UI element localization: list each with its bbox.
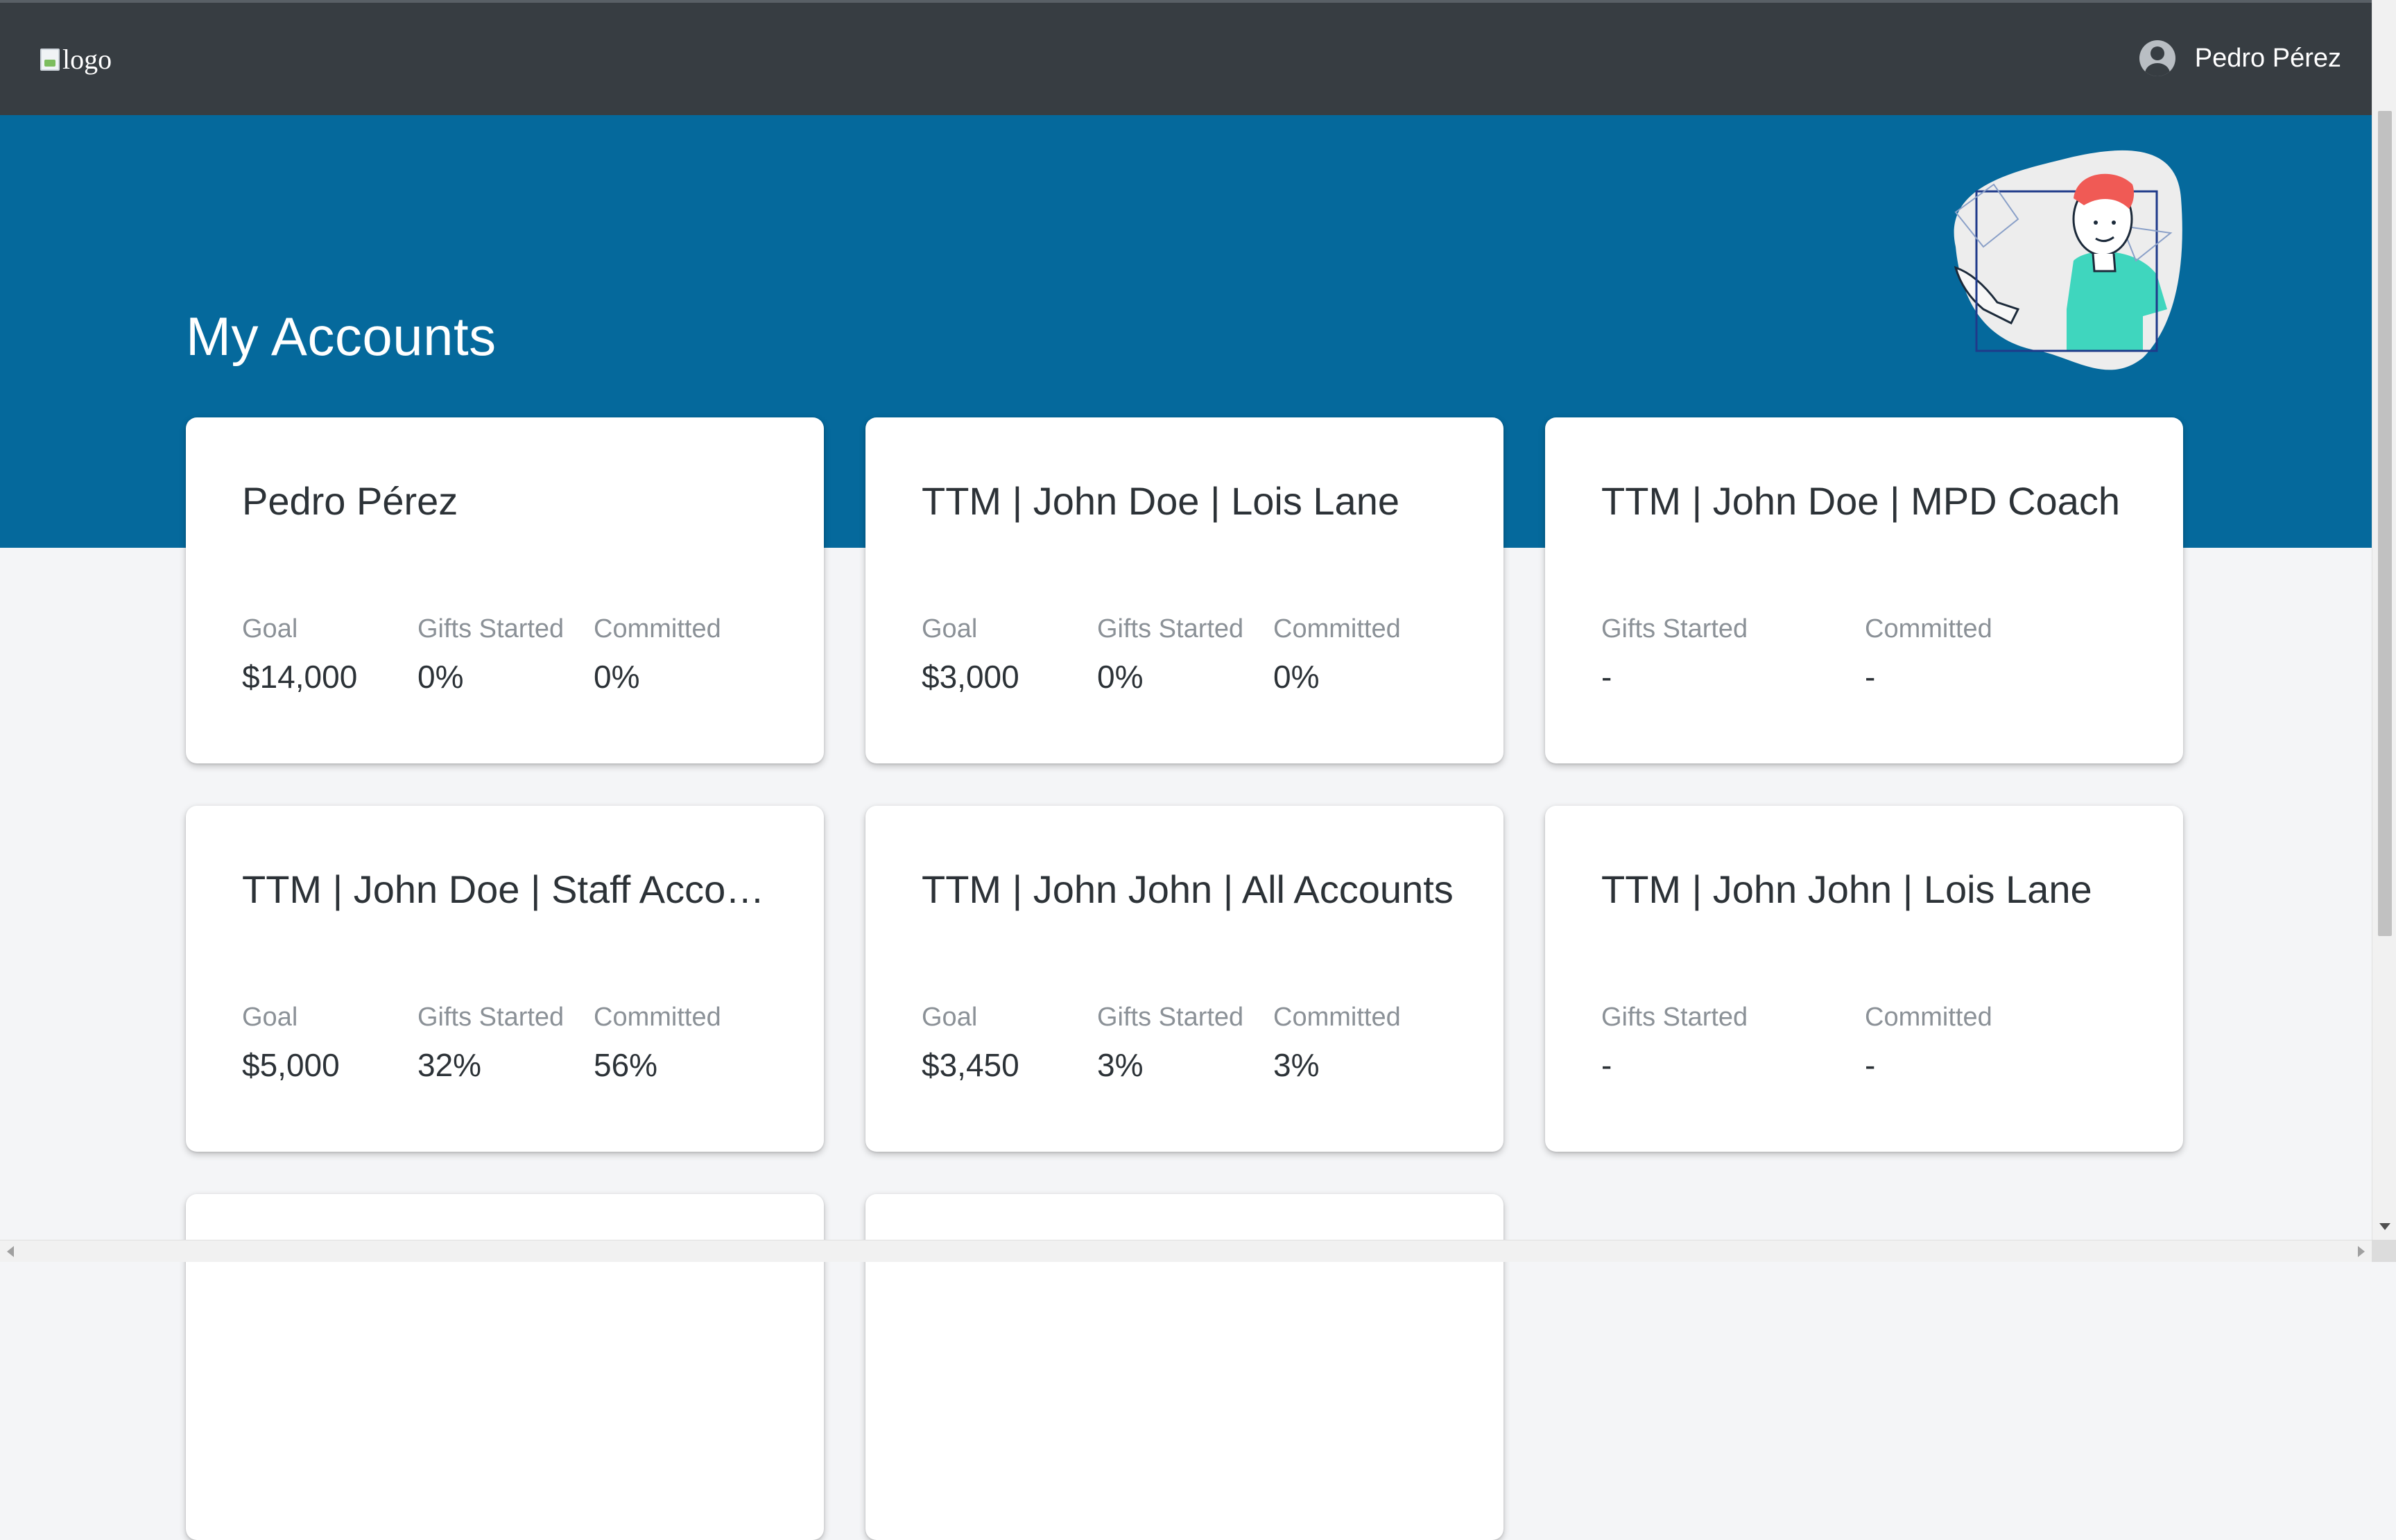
committed-value: - <box>1865 1046 1992 1084</box>
goal-value: $14,000 <box>242 658 357 695</box>
user-menu[interactable]: Pedro Pérez <box>2139 40 2341 76</box>
gifts-started-stat: Gifts Started 32% <box>417 1003 564 1084</box>
broken-image-icon <box>40 49 60 71</box>
goal-label: Goal <box>922 1003 1019 1032</box>
gifts-started-stat: Gifts Started 3% <box>1097 1003 1243 1084</box>
committed-label: Committed <box>1273 1003 1401 1032</box>
page-title: My Accounts <box>186 305 497 368</box>
committed-stat: Committed 56% <box>594 1003 721 1084</box>
person-presenting-illustration <box>1935 143 2191 379</box>
gifts-started-label: Gifts Started <box>417 1003 564 1032</box>
scroll-left-icon[interactable] <box>7 1246 14 1257</box>
committed-stat: Committed 0% <box>1273 614 1401 695</box>
committed-value: 56% <box>594 1046 721 1084</box>
goal-stat: Goal $3,000 <box>922 614 1019 695</box>
goal-value: $3,450 <box>922 1046 1019 1084</box>
goal-stat: Goal $14,000 <box>242 614 357 695</box>
goal-label: Goal <box>922 614 1019 644</box>
gifts-started-label: Gifts Started <box>1097 1003 1243 1032</box>
account-card[interactable]: Pedro Pérez Goal $14,000 Gifts Started 0… <box>186 417 824 763</box>
gifts-started-value: 32% <box>417 1046 564 1084</box>
scrollbar-corner <box>2372 1240 2396 1262</box>
horizontal-scrollbar[interactable] <box>0 1240 2372 1262</box>
committed-value: - <box>1865 658 1992 695</box>
gifts-started-label: Gifts Started <box>1097 614 1243 644</box>
committed-label: Committed <box>1865 1003 1992 1032</box>
gifts-started-stat: Gifts Started - <box>1601 614 1748 695</box>
committed-label: Committed <box>594 614 721 644</box>
account-title: TTM | John John | Lois Lane <box>1601 867 2142 912</box>
account-card[interactable]: TTM | John Doe | Staff Accou… Goal $5,00… <box>186 806 824 1152</box>
gifts-started-value: 3% <box>1097 1046 1243 1084</box>
committed-stat: Committed - <box>1865 1003 1992 1084</box>
account-card[interactable]: TTM | John John | All Accounts Goal $3,4… <box>865 806 1503 1152</box>
committed-value: 3% <box>1273 1046 1401 1084</box>
gifts-started-label: Gifts Started <box>417 614 564 644</box>
account-title: TTM | John Doe | Lois Lane <box>922 478 1463 524</box>
scrollbar-thumb[interactable] <box>2378 111 2392 936</box>
committed-stat: Committed 3% <box>1273 1003 1401 1084</box>
committed-value: 0% <box>594 658 721 695</box>
gifts-started-stat: Gifts Started 0% <box>417 614 564 695</box>
goal-label: Goal <box>242 614 357 644</box>
logo-alt-text: logo <box>62 43 112 76</box>
account-title: Pedro Pérez <box>242 478 783 524</box>
gifts-started-value: - <box>1601 1046 1748 1084</box>
gifts-started-value: - <box>1601 658 1748 695</box>
goal-stat: Goal $3,450 <box>922 1003 1019 1084</box>
goal-value: $5,000 <box>242 1046 340 1084</box>
vertical-scrollbar[interactable] <box>2372 0 2396 1240</box>
goal-label: Goal <box>242 1003 340 1032</box>
goal-stat: Goal $5,000 <box>242 1003 340 1084</box>
account-circle-icon <box>2139 40 2175 76</box>
committed-label: Committed <box>1273 614 1401 644</box>
logo[interactable]: logo <box>40 43 112 76</box>
scroll-right-icon[interactable] <box>2358 1246 2365 1257</box>
goal-value: $3,000 <box>922 658 1019 695</box>
gifts-started-stat: Gifts Started 0% <box>1097 614 1243 695</box>
top-app-bar: logo Pedro Pérez <box>0 0 2372 115</box>
committed-value: 0% <box>1273 658 1401 695</box>
committed-label: Committed <box>594 1003 721 1032</box>
committed-label: Committed <box>1865 614 1992 644</box>
account-card[interactable]: TTM | John John | Lois Lane Gifts Starte… <box>1545 806 2183 1152</box>
scroll-down-icon[interactable] <box>2379 1223 2390 1230</box>
committed-stat: Committed - <box>1865 614 1992 695</box>
gifts-started-label: Gifts Started <box>1601 1003 1748 1032</box>
gifts-started-value: 0% <box>417 658 564 695</box>
account-card[interactable]: TTM | John Doe | Lois Lane Goal $3,000 G… <box>865 417 1503 763</box>
gifts-started-label: Gifts Started <box>1601 614 1748 644</box>
account-title: TTM | John Doe | Staff Accou… <box>242 867 783 912</box>
committed-stat: Committed 0% <box>594 614 721 695</box>
account-card[interactable]: TTM | John Doe | MPD Coach Gifts Started… <box>1545 417 2183 763</box>
gifts-started-value: 0% <box>1097 658 1243 695</box>
gifts-started-stat: Gifts Started - <box>1601 1003 1748 1084</box>
account-title: TTM | John Doe | MPD Coach <box>1601 478 2142 524</box>
account-title: TTM | John John | All Accounts <box>922 867 1463 912</box>
user-name: Pedro Pérez <box>2195 44 2341 73</box>
